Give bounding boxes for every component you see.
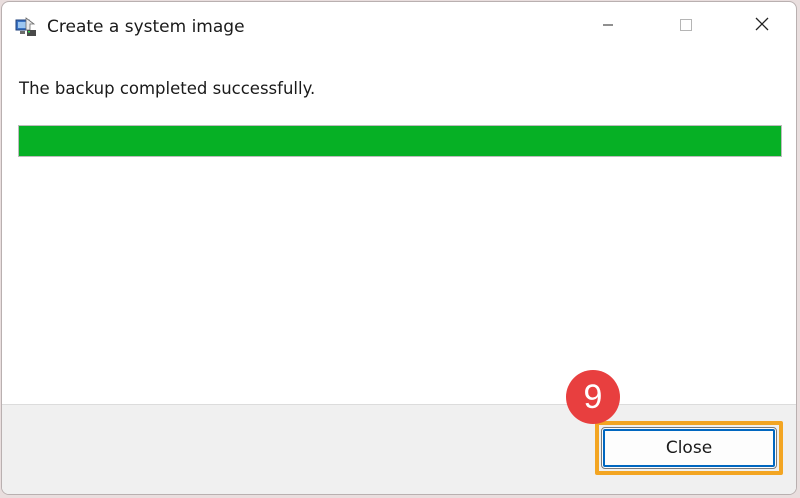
close-icon — [754, 16, 770, 36]
window-title: Create a system image — [47, 17, 245, 37]
system-image-app-icon — [14, 15, 38, 39]
maximize-icon — [679, 17, 693, 36]
title-bar: Create a system image — [2, 2, 796, 52]
status-message: The backup completed successfully. — [19, 79, 316, 98]
progress-bar — [18, 125, 782, 157]
minimize-button[interactable] — [574, 2, 642, 50]
minimize-icon — [601, 17, 615, 36]
maximize-button[interactable] — [652, 2, 720, 50]
tutorial-highlight-box — [595, 421, 783, 475]
progress-fill — [19, 126, 781, 156]
step-number-badge: 9 — [566, 370, 620, 424]
close-window-button[interactable] — [728, 2, 796, 50]
